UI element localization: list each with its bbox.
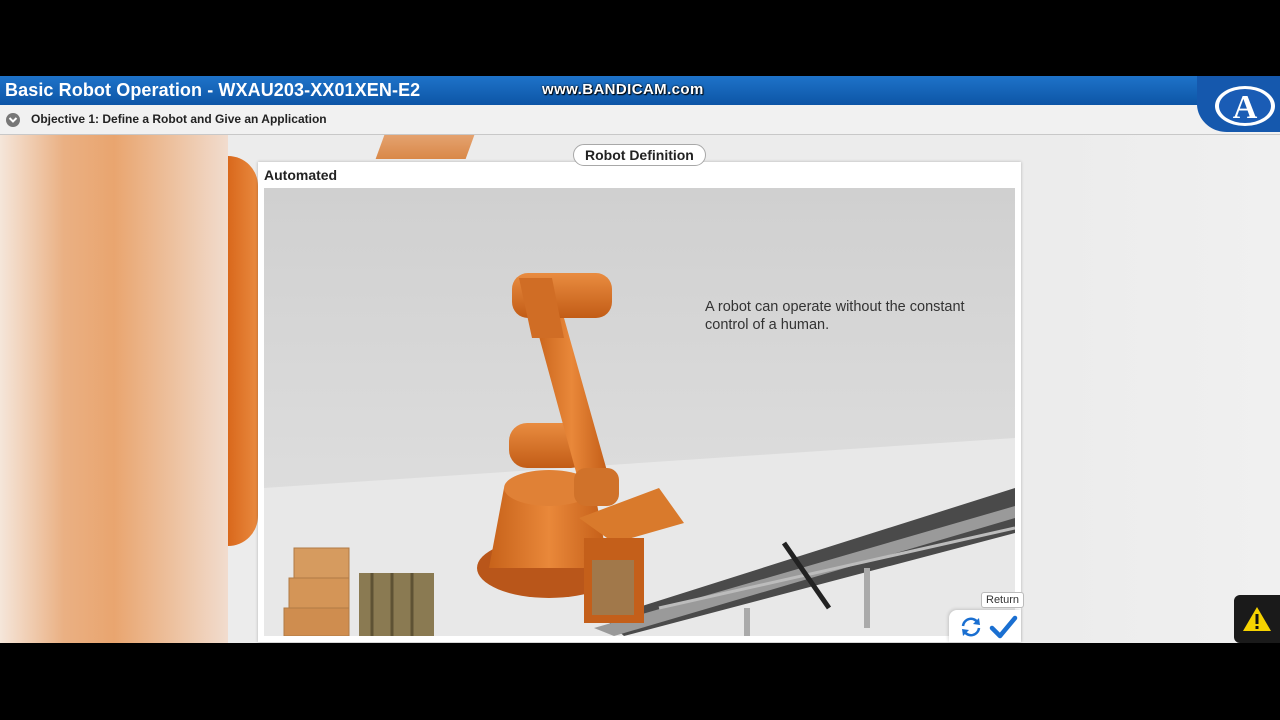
objective-bar[interactable]: Objective 1: Define a Robot and Give an … (0, 105, 1280, 135)
warning-icon (1243, 607, 1271, 631)
warning-button[interactable] (1234, 595, 1280, 643)
robot-scene: A robot can operate without the constant… (264, 188, 1015, 636)
card-title: Automated (264, 167, 338, 183)
app-window: Basic Robot Operation - WXAU203-XX01XEN-… (0, 76, 1280, 643)
svg-text:A: A (1233, 89, 1258, 126)
title-bar: Basic Robot Operation - WXAU203-XX01XEN-… (0, 76, 1280, 105)
background-robot-arm (228, 156, 258, 546)
content-card: Automated A robot can operate without th… (258, 162, 1021, 642)
check-icon[interactable] (988, 613, 1018, 641)
objective-title: Objective 1: Define a Robot and Give an … (31, 112, 327, 126)
amatrol-a-logo: A (1197, 76, 1280, 132)
background-right-panel (1052, 135, 1280, 643)
definition-caption: A robot can operate without the constant… (705, 299, 965, 333)
chevron-down-icon[interactable] (6, 113, 20, 127)
course-title: Basic Robot Operation - WXAU203-XX01XEN-… (5, 80, 421, 100)
tab-robot-definition[interactable]: Robot Definition (573, 144, 706, 166)
replay-icon[interactable] (957, 613, 985, 641)
robot-illustration (264, 188, 1015, 636)
background-robot-joint (375, 135, 475, 159)
background-robot-blur (0, 135, 228, 643)
recording-watermark: www.BANDICAM.com (542, 81, 704, 98)
return-tooltip: Return (981, 592, 1025, 608)
